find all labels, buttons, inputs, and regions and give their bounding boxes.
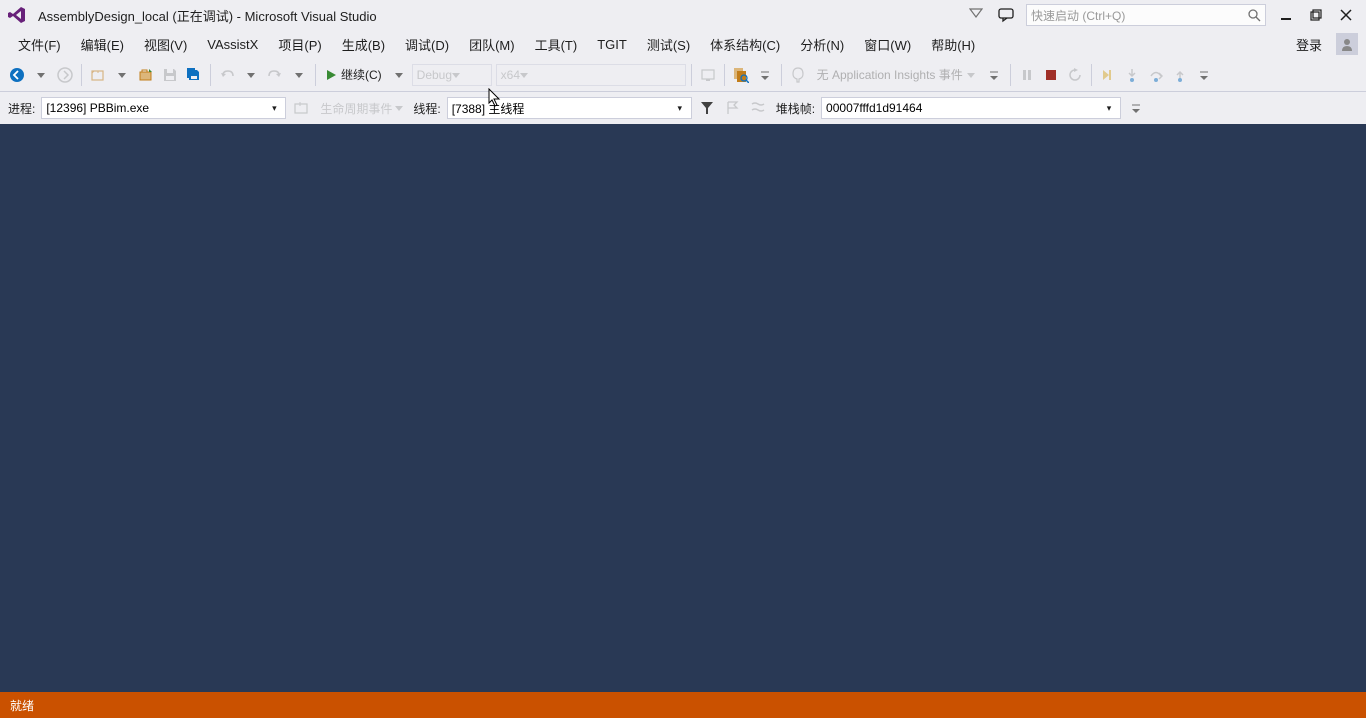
toggle-flag-button (722, 96, 744, 120)
thread-marker-button (748, 96, 770, 120)
debug-location-toolbar: 进程: [12396] PBBim.exe ▾ 生命周期事件 线程: [7388… (0, 92, 1366, 124)
menu-window[interactable]: 窗口(W) (854, 31, 921, 58)
quick-launch-placeholder: 快速启动 (Ctrl+Q) (1031, 7, 1248, 24)
menu-project[interactable]: 项目(P) (268, 31, 331, 58)
app-insights-combo: 无 Application Insights 事件 (811, 63, 981, 87)
app-insights-icon (787, 63, 809, 87)
lifecycle-icon (290, 96, 312, 120)
play-icon (325, 69, 337, 81)
menu-analyze[interactable]: 分析(N) (790, 31, 854, 58)
stackframe-combo[interactable]: 00007fffd1d91464 ▾ (821, 97, 1121, 119)
stackframe-label: 堆栈帧: (774, 100, 817, 117)
menu-file[interactable]: 文件(F) (8, 31, 71, 58)
menu-tools[interactable]: 工具(T) (525, 31, 588, 58)
redo-button (264, 63, 286, 87)
undo-button (216, 63, 238, 87)
find-in-files-button[interactable] (730, 63, 752, 87)
menu-edit[interactable]: 编辑(E) (71, 31, 134, 58)
new-project-dropdown[interactable] (111, 63, 133, 87)
status-text: 就绪 (10, 697, 34, 714)
minimize-button[interactable] (1276, 5, 1296, 25)
thread-combo[interactable]: [7388] 主线程 ▾ (447, 97, 692, 119)
menu-team[interactable]: 团队(M) (459, 31, 525, 58)
continue-label: 继续(C) (341, 66, 382, 83)
toolbar-overflow-2[interactable] (983, 63, 1005, 87)
chevron-down-icon: ▾ (1102, 103, 1116, 114)
search-icon (1248, 9, 1261, 22)
menu-architecture[interactable]: 体系结构(C) (700, 31, 790, 58)
sign-in-button[interactable]: 登录 (1288, 31, 1330, 58)
menu-build[interactable]: 生成(B) (332, 31, 395, 58)
avatar-icon[interactable] (1336, 33, 1358, 55)
toolbar-overflow-3[interactable] (1193, 63, 1215, 87)
menubar: 文件(F) 编辑(E) 视图(V) VAssistX 项目(P) 生成(B) 调… (0, 30, 1366, 58)
toolbar-overflow-4[interactable] (1125, 96, 1147, 120)
menu-tgit[interactable]: TGIT (587, 33, 637, 56)
stop-button[interactable] (1040, 63, 1062, 87)
feedback-icon[interactable] (994, 3, 1018, 27)
solution-config-combo: Debug (412, 64, 492, 86)
menu-vassistx[interactable]: VAssistX (197, 33, 268, 56)
undo-dropdown[interactable] (240, 63, 262, 87)
menu-view[interactable]: 视图(V) (134, 31, 197, 58)
step-out-button (1169, 63, 1191, 87)
attach-process-button (697, 63, 719, 87)
main-toolbar: 继续(C) Debug x64 无 Application Insights 事… (0, 58, 1366, 92)
maximize-button[interactable] (1306, 5, 1326, 25)
process-combo[interactable]: [12396] PBBim.exe ▾ (41, 97, 286, 119)
process-label: 进程: (6, 100, 37, 117)
nav-back-dropdown[interactable] (30, 63, 52, 87)
save-button (159, 63, 181, 87)
menu-debug[interactable]: 调试(D) (395, 31, 459, 58)
nav-forward-button (54, 63, 76, 87)
toolbar-overflow[interactable] (754, 63, 776, 87)
new-project-button (87, 63, 109, 87)
continue-button[interactable]: 继续(C) (321, 66, 386, 83)
menu-help[interactable]: 帮助(H) (921, 31, 985, 58)
open-file-button[interactable] (135, 63, 157, 87)
titlebar: AssemblyDesign_local (正在调试) - Microsoft … (0, 0, 1366, 30)
step-into-button (1121, 63, 1143, 87)
notifications-icon[interactable] (964, 3, 988, 27)
restart-button (1064, 63, 1086, 87)
quick-launch-input[interactable]: 快速启动 (Ctrl+Q) (1026, 4, 1266, 26)
vs-logo-icon (4, 2, 30, 28)
redo-dropdown[interactable] (288, 63, 310, 87)
editor-area (0, 124, 1366, 692)
chevron-down-icon: ▾ (673, 103, 687, 114)
statusbar: 就绪 (0, 692, 1366, 718)
chevron-down-icon: ▾ (267, 103, 281, 114)
close-button[interactable] (1336, 5, 1356, 25)
nav-back-button[interactable] (6, 63, 28, 87)
save-all-button[interactable] (183, 63, 205, 87)
window-title: AssemblyDesign_local (正在调试) - Microsoft … (38, 6, 377, 25)
thread-label: 线程: (411, 100, 442, 117)
continue-dropdown[interactable] (388, 63, 410, 87)
step-over-button (1145, 63, 1167, 87)
pause-button (1016, 63, 1038, 87)
menu-test[interactable]: 测试(S) (637, 31, 700, 58)
lifecycle-events-button: 生命周期事件 (316, 96, 407, 120)
flag-filter-button[interactable] (696, 96, 718, 120)
show-next-statement-button (1097, 63, 1119, 87)
solution-platform-combo: x64 (496, 64, 686, 86)
